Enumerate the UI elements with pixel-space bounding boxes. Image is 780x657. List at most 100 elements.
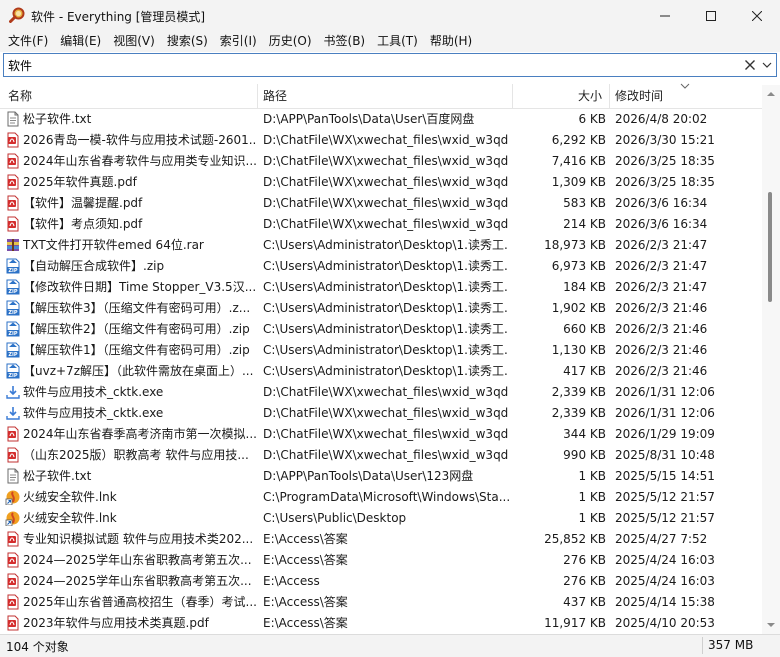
menu-item[interactable]: 索引(I) (214, 31, 263, 52)
file-modified: 2025/4/14 15:38 (615, 595, 715, 609)
shortcut-icon (5, 490, 20, 505)
table-row[interactable]: 松子软件.txt D:\APP\PanTools\Data\User\123网盘 1… (0, 466, 762, 487)
file-path: E:\Access\答案 (263, 595, 348, 609)
close-icon[interactable] (744, 58, 756, 72)
column-modified-header[interactable]: 修改时间 (615, 84, 663, 108)
minimize-button[interactable] (642, 0, 688, 31)
close-button[interactable] (734, 0, 780, 31)
menu-item[interactable]: 视图(V) (107, 31, 161, 52)
chevron-down-icon[interactable] (761, 59, 773, 71)
vertical-scrollbar[interactable] (762, 85, 780, 634)
pdf-file-icon (7, 531, 19, 547)
table-row[interactable]: 2025年软件真题.pdf D:\ChatFile\WX\xwechat_file… (0, 172, 762, 193)
scroll-down-icon[interactable] (764, 620, 778, 630)
file-path: C:\Users\Administrator\Desktop\1.读秀工... (263, 322, 509, 336)
table-row[interactable]: 软件与应用技术_cktk.exe D:\ChatFile\WX\xwechat_f… (0, 403, 762, 424)
table-row[interactable]: 2024年山东省春季高考济南市第一次模拟... D:\ChatFile\WX\xw… (0, 424, 762, 445)
column-size-header[interactable]: 大小 (578, 84, 602, 108)
shortcut-icon (5, 511, 20, 526)
table-row[interactable]: 2025年山东省普通高校招生（春季）考试... E:\Access\答案 437 K… (0, 592, 762, 613)
file-modified: 2025/4/10 20:53 (615, 616, 715, 630)
file-modified: 2025/4/27 7:52 (615, 532, 708, 546)
scroll-up-icon[interactable] (764, 89, 778, 99)
file-path: E:\Access (263, 574, 320, 588)
file-name: 火绒安全软件.lnk (23, 511, 117, 525)
table-row[interactable]: （山东2025版）职教高考 软件与应用技... D:\ChatFile\WX\xw… (0, 445, 762, 466)
table-row[interactable]: 专业知识模拟试题 软件与应用技术类202... E:\Access\答案 25,85… (0, 529, 762, 550)
table-row[interactable]: TXT文件打开软件emed 64位.rar C:\Users\Administra… (0, 235, 762, 256)
column-name-header[interactable]: 名称 (8, 84, 32, 108)
column-divider[interactable] (609, 84, 610, 108)
file-name: 松子软件.txt (23, 112, 92, 126)
menu-item[interactable]: 书签(B) (318, 31, 372, 52)
table-row[interactable]: 2023年软件与应用技术类真题.pdf E:\Access\答案 11,917 KB… (0, 613, 762, 634)
file-size: 214 KB (563, 217, 606, 231)
window-title: 软件 - Everything [管理员模式] (31, 10, 206, 24)
table-row[interactable]: 2024年山东省春考软件与应用类专业知识... D:\ChatFile\WX\xw… (0, 151, 762, 172)
table-row[interactable]: ZIP 【uvz+7z解压】（此软件需放在桌面上）... C:\Users\Admi… (0, 361, 762, 382)
column-path-header[interactable]: 路径 (263, 84, 287, 108)
table-row[interactable]: 松子软件.txt D:\APP\PanTools\Data\User\百度网盘 6 … (0, 109, 762, 130)
pdf-file-icon (7, 426, 19, 442)
table-row[interactable]: 2024—2025学年山东省职教高考第五次... E:\Access 276 KB 2… (0, 571, 762, 592)
table-row[interactable]: 2026青岛一模-软件与应用技术试题-2601... D:\ChatFile\WX… (0, 130, 762, 151)
file-name: （山东2025版）职教高考 软件与应用技... (23, 448, 249, 462)
file-name: 【自动解压合成软件】.zip (23, 259, 165, 273)
table-row[interactable]: 火绒安全软件.lnk C:\ProgramData\Microsoft\Windo… (0, 487, 762, 508)
results-list: 松子软件.txt D:\APP\PanTools\Data\User\百度网盘 6 … (0, 109, 762, 634)
file-modified: 2026/3/25 18:35 (615, 175, 715, 189)
file-modified: 2025/4/24 16:03 (615, 574, 715, 588)
table-row[interactable]: 2024—2025学年山东省职教高考第五次... E:\Access\答案 276 … (0, 550, 762, 571)
table-row[interactable]: 火绒安全软件.lnk C:\Users\Public\Desktop 1 KB 202… (0, 508, 762, 529)
table-row[interactable]: ZIP 【解压软件3】（压缩文件有密码可用）.z... C:\Users\Admin… (0, 298, 762, 319)
zip-file-icon: ZIP (6, 342, 20, 358)
file-size: 6,292 KB (551, 133, 606, 147)
menu-item[interactable]: 帮助(H) (424, 31, 478, 52)
file-name: 2026青岛一模-软件与应用技术试题-2601... (23, 133, 257, 147)
maximize-button[interactable] (688, 0, 734, 31)
column-divider[interactable] (257, 84, 258, 108)
file-path: C:\Users\Administrator\Desktop\1.读秀工... (263, 280, 509, 294)
file-name: 【软件】考点须知.pdf (23, 217, 143, 231)
file-name: 2025年山东省普通高校招生（春季）考试... (23, 595, 257, 609)
file-name: 专业知识模拟试题 软件与应用技术类202... (23, 532, 254, 546)
column-divider[interactable] (512, 84, 513, 108)
file-modified: 2026/2/3 21:47 (615, 238, 708, 252)
file-name: 2024—2025学年山东省职教高考第五次... (23, 574, 252, 588)
table-row[interactable]: ZIP 【解压软件2】（压缩文件有密码可用）.zip C:\Users\Admini… (0, 319, 762, 340)
menu-item[interactable]: 工具(T) (371, 31, 424, 52)
pdf-file-icon (7, 132, 19, 148)
installer-exe-icon (6, 386, 20, 399)
magnifier-app-icon (9, 7, 25, 23)
file-name: 松子软件.txt (23, 469, 92, 483)
file-size: 1 KB (578, 511, 606, 525)
svg-text:ZIP: ZIP (8, 310, 17, 316)
table-row[interactable]: ZIP 【修改软件日期】Time Stopper_V3.5汉... C:\Users… (0, 277, 762, 298)
table-row[interactable]: 软件与应用技术_cktk.exe D:\ChatFile\WX\xwechat_f… (0, 382, 762, 403)
menu-item[interactable]: 编辑(E) (54, 31, 107, 52)
txt-file-icon (7, 111, 19, 127)
table-row[interactable]: 【软件】考点须知.pdf D:\ChatFile\WX\xwechat_files… (0, 214, 762, 235)
file-size: 25,852 KB (544, 532, 606, 546)
file-name: 2025年软件真题.pdf (23, 175, 137, 189)
scrollbar-thumb[interactable] (768, 192, 772, 302)
file-modified: 2026/1/31 12:06 (615, 406, 715, 420)
file-modified: 2025/5/12 21:57 (615, 490, 715, 504)
title-bar: 软件 - Everything [管理员模式] (0, 0, 780, 31)
file-name: 【修改软件日期】Time Stopper_V3.5汉... (23, 280, 257, 294)
table-row[interactable]: ZIP 【自动解压合成软件】.zip C:\Users\Administrator\… (0, 256, 762, 277)
menu-item[interactable]: 搜索(S) (161, 31, 214, 52)
menu-item[interactable]: 历史(O) (263, 31, 318, 52)
table-row[interactable]: 【软件】温馨提醒.pdf D:\ChatFile\WX\xwechat_files… (0, 193, 762, 214)
file-modified: 2026/3/6 16:34 (615, 196, 708, 210)
file-modified: 2026/3/30 15:21 (615, 133, 715, 147)
file-size: 1,902 KB (551, 301, 606, 315)
table-row[interactable]: ZIP 【解压软件1】（压缩文件有密码可用）.zip C:\Users\Admini… (0, 340, 762, 361)
file-modified: 2026/3/6 16:34 (615, 217, 708, 231)
file-path: C:\Users\Administrator\Desktop\1.读秀工... (263, 238, 509, 252)
file-modified: 2025/5/15 14:51 (615, 469, 715, 483)
file-path: C:\Users\Administrator\Desktop\1.读秀工... (263, 364, 509, 378)
column-header: 名称 路径 大小 修改时间 (0, 83, 762, 109)
menu-item[interactable]: 文件(F) (2, 31, 54, 52)
search-input[interactable] (6, 55, 730, 75)
